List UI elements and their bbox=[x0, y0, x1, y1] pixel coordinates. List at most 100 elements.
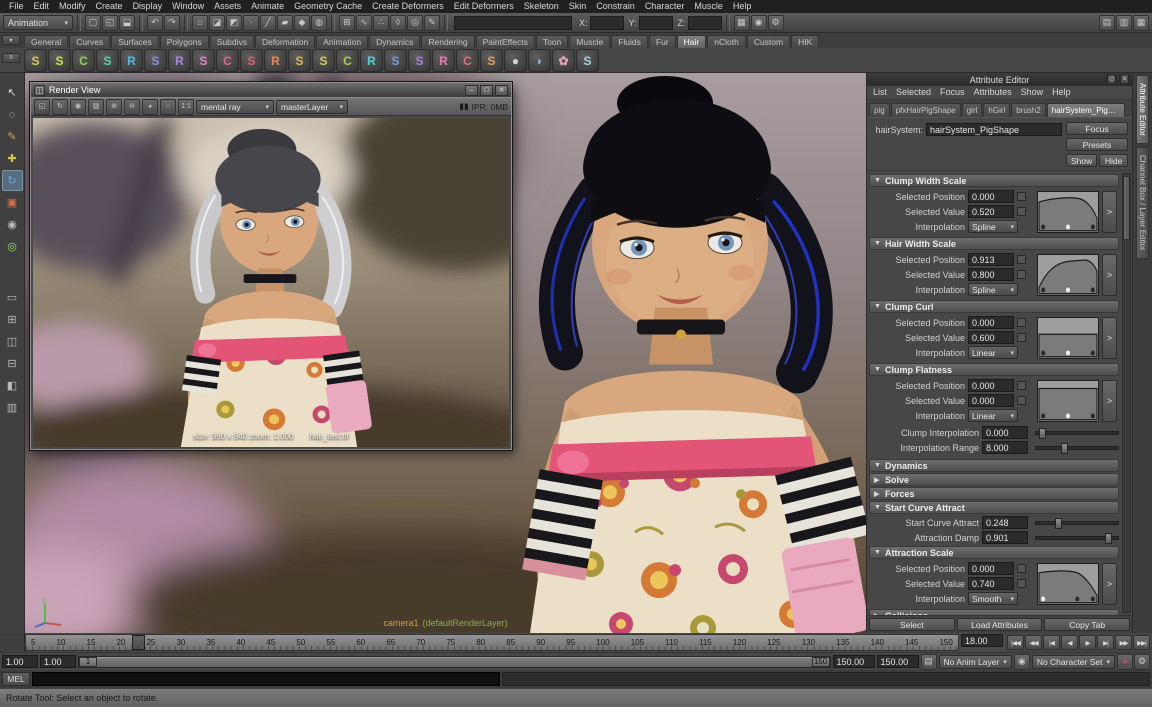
scale-tool-icon[interactable]: ▣ bbox=[2, 192, 23, 213]
select-point-mask-icon[interactable]: ∙ bbox=[243, 15, 259, 31]
selected-position-field[interactable]: 0.913 bbox=[968, 253, 1014, 266]
move-tool-icon[interactable]: ✚ bbox=[2, 148, 23, 169]
attribute-slider[interactable] bbox=[1035, 536, 1119, 540]
attribute-editor-titlebar[interactable]: Attribute Editor ⊙✕ bbox=[867, 73, 1132, 86]
minimize-button[interactable]: – bbox=[465, 85, 478, 96]
selected-value-field[interactable]: 0.520 bbox=[968, 205, 1014, 218]
node-name-field[interactable]: hairSystem_PigShape bbox=[926, 123, 1062, 136]
ramp-curve-widget[interactable] bbox=[1037, 191, 1099, 233]
section-header[interactable]: ▼ Clump Width Scale bbox=[869, 174, 1119, 187]
axis-input[interactable] bbox=[639, 16, 673, 30]
mute-anim-layer-icon[interactable]: ◉ bbox=[1014, 654, 1030, 670]
maximize-button[interactable]: □ bbox=[480, 85, 493, 96]
play-backward-button[interactable]: ◀ bbox=[1061, 635, 1078, 650]
status-line-separator[interactable] bbox=[726, 15, 730, 31]
range-end-field[interactable]: 150.00 bbox=[833, 655, 875, 668]
slider-handle[interactable] bbox=[1039, 428, 1046, 439]
attribute-value-field[interactable]: 8.000 bbox=[982, 441, 1028, 454]
display-rgb-icon[interactable]: ◕ bbox=[142, 99, 158, 115]
ramp-map-button[interactable] bbox=[1017, 579, 1026, 588]
attribute-editor-scrollbar[interactable] bbox=[1122, 173, 1131, 613]
snap-to-point-icon[interactable]: ∴ bbox=[373, 15, 389, 31]
three-pane-layout-icon[interactable]: ◧ bbox=[2, 375, 23, 396]
menu-item[interactable]: Animate bbox=[246, 0, 289, 13]
select-by-object-icon[interactable]: ◪ bbox=[209, 15, 225, 31]
selected-value-field[interactable]: 0.740 bbox=[968, 577, 1014, 590]
paint-select-tool-icon[interactable]: ✎ bbox=[2, 126, 23, 147]
pin-tab-icon[interactable]: ⊙ bbox=[1106, 74, 1117, 84]
shelf-tab[interactable]: Toon bbox=[536, 35, 568, 48]
current-time-marker[interactable] bbox=[132, 635, 145, 650]
menu-item[interactable]: Window bbox=[167, 0, 209, 13]
step-back-key-button[interactable]: |◀ bbox=[1043, 635, 1060, 650]
axis-input[interactable] bbox=[590, 16, 624, 30]
range-start-field[interactable]: 1.00 bbox=[40, 655, 76, 668]
ramp-expand-button[interactable]: > bbox=[1102, 254, 1117, 296]
hair-shelf-tool-icon[interactable]: S bbox=[408, 49, 431, 72]
hair-shelf-tool-icon[interactable]: R bbox=[168, 49, 191, 72]
hair-shelf-tool-icon[interactable]: S bbox=[144, 49, 167, 72]
ramp-map-button[interactable] bbox=[1017, 192, 1026, 201]
hair-shelf-tool-icon[interactable]: S bbox=[480, 49, 503, 72]
ramp-map-button[interactable] bbox=[1017, 207, 1026, 216]
section-header-collapsed[interactable]: ▶ Forces bbox=[869, 487, 1119, 500]
shelf-tab[interactable]: Custom bbox=[747, 35, 790, 48]
attribute-editor-toggle-icon[interactable]: ▥ bbox=[1116, 15, 1132, 31]
menu-item[interactable]: File bbox=[4, 0, 29, 13]
universal-manipulator-icon[interactable]: ◉ bbox=[2, 214, 23, 235]
status-line-separator[interactable] bbox=[139, 15, 143, 31]
hair-shelf-tool-icon[interactable]: S bbox=[192, 49, 215, 72]
step-back-frame-button[interactable]: ◀◀ bbox=[1025, 635, 1042, 650]
open-scene-icon[interactable]: ◱ bbox=[102, 15, 118, 31]
menu-item[interactable]: Geometry Cache bbox=[289, 0, 367, 13]
section-header-collisions[interactable]: ▶ Collisions bbox=[869, 609, 1119, 615]
menu-item[interactable]: Create Deformers bbox=[367, 0, 449, 13]
command-language-toggle[interactable]: MEL bbox=[2, 672, 30, 686]
close-button[interactable]: ✕ bbox=[495, 85, 508, 96]
panel-vertical-tab[interactable]: Channel Box / Layer Editor bbox=[1136, 147, 1149, 259]
ae-menu-item[interactable]: Attributes bbox=[974, 86, 1012, 99]
two-pane-stacked-layout-icon[interactable]: ⊟ bbox=[2, 353, 23, 374]
hair-shelf-tool-icon[interactable]: S bbox=[240, 49, 263, 72]
attribute-value-field[interactable]: 0.000 bbox=[982, 426, 1028, 439]
range-start-handle[interactable]: 1 bbox=[79, 657, 97, 667]
rendered-image[interactable]: size: 960 x 540 zoom: 1.000 hair_test.ti… bbox=[33, 118, 509, 447]
step-forward-frame-button[interactable]: ▶▶ bbox=[1115, 635, 1132, 650]
select-by-hierarchy-icon[interactable]: ⌂ bbox=[192, 15, 208, 31]
menu-item[interactable]: Display bbox=[128, 0, 168, 13]
snap-to-plane-icon[interactable]: ◊ bbox=[390, 15, 406, 31]
menu-item[interactable]: Assets bbox=[209, 0, 246, 13]
render-layer-dropdown[interactable]: masterLayer▾ bbox=[276, 100, 348, 114]
toolbox-toggle-icon[interactable]: ▤ bbox=[1099, 15, 1115, 31]
shelf-tab[interactable]: HIK bbox=[791, 35, 819, 48]
hair-shelf-tool-icon[interactable]: R bbox=[120, 49, 143, 72]
attribute-slider[interactable] bbox=[1035, 431, 1119, 435]
ramp-expand-button[interactable]: > bbox=[1102, 191, 1117, 233]
hair-shelf-tool-icon[interactable]: R bbox=[360, 49, 383, 72]
ae-node-tab[interactable]: pig bbox=[869, 103, 890, 117]
status-line-separator[interactable] bbox=[444, 15, 448, 31]
interpolation-dropdown[interactable]: Smooth ▾ bbox=[968, 592, 1018, 605]
slider-handle[interactable] bbox=[1055, 518, 1062, 529]
anim-layer-dropdown[interactable]: No Anim Layer ▾ bbox=[939, 655, 1012, 669]
shelf-tab[interactable]: Fur bbox=[649, 35, 676, 48]
section-header[interactable]: ▼ Clump Flatness bbox=[869, 363, 1119, 376]
shelf-tab[interactable]: Muscle bbox=[569, 35, 610, 48]
ramp-map-button[interactable] bbox=[1017, 381, 1026, 390]
outliner-persp-layout-icon[interactable]: ▥ bbox=[2, 397, 23, 418]
selected-position-field[interactable]: 0.000 bbox=[968, 379, 1014, 392]
select-by-component-icon[interactable]: ◩ bbox=[226, 15, 242, 31]
interpolation-dropdown[interactable]: Linear ▾ bbox=[968, 409, 1018, 422]
panel-vertical-tab[interactable]: Attribute Editor bbox=[1136, 75, 1149, 144]
shelf-tab-menu-icon[interactable]: ▾ bbox=[2, 35, 20, 45]
selected-position-field[interactable]: 0.000 bbox=[968, 562, 1014, 575]
interpolation-dropdown[interactable]: Linear ▾ bbox=[968, 346, 1018, 359]
section-header-dynamics[interactable]: ▼ Dynamics bbox=[869, 459, 1119, 472]
anim-layer-menu-icon[interactable]: ▤ bbox=[921, 654, 937, 670]
range-end-field[interactable]: 150.00 bbox=[877, 655, 919, 668]
snapshot-icon[interactable]: ▧ bbox=[88, 99, 104, 115]
ramp-expand-button[interactable]: > bbox=[1102, 380, 1117, 422]
selected-value-field[interactable]: 0.000 bbox=[968, 394, 1014, 407]
section-header[interactable]: ▼ Hair Width Scale bbox=[869, 237, 1119, 250]
ramp-map-button[interactable] bbox=[1017, 396, 1026, 405]
